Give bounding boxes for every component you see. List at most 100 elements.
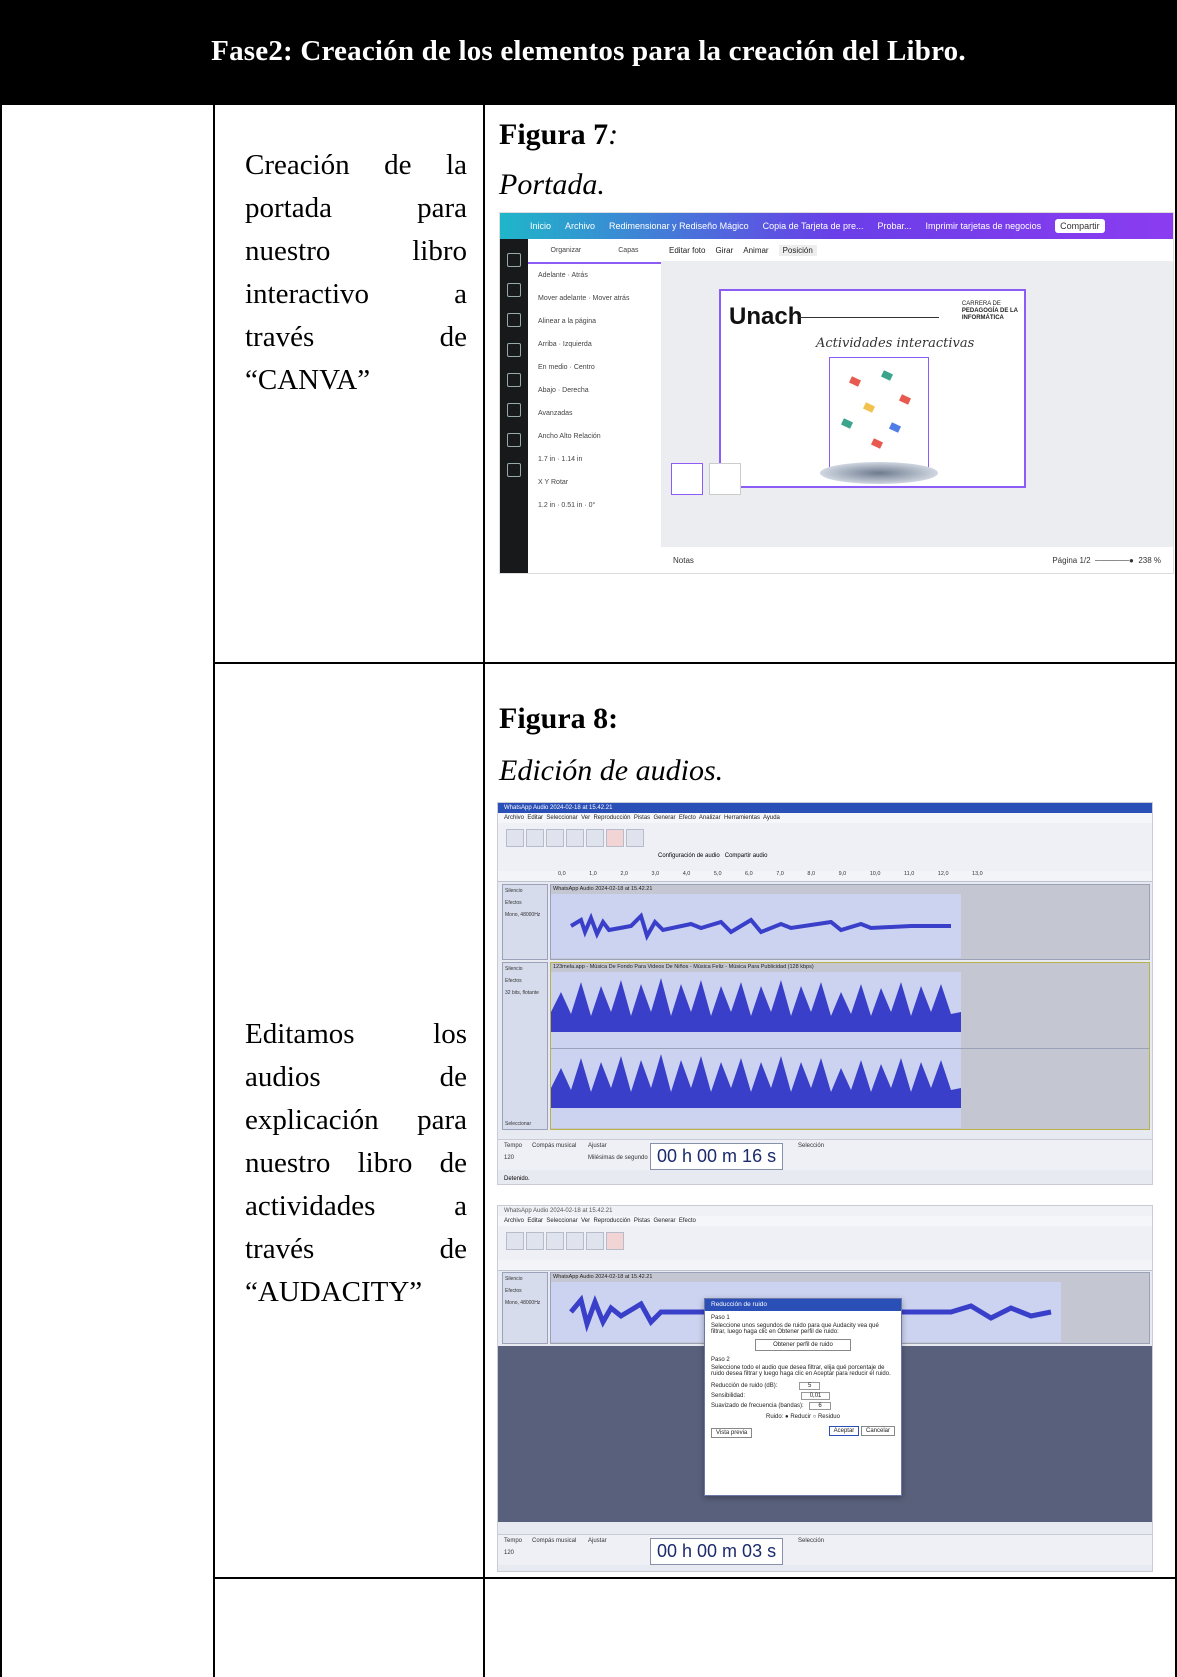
- row2-line: “AUDACITY”: [245, 1276, 423, 1308]
- book-shape: [880, 370, 894, 381]
- record-icon: [606, 1232, 624, 1250]
- panel-label: Adelante: [538, 272, 566, 279]
- residue-radio[interactable]: Residuo: [818, 1414, 840, 1420]
- cover-illustration: [820, 357, 938, 484]
- sidebar-icon: [507, 313, 521, 327]
- param-value[interactable]: 0,01: [800, 1392, 831, 1400]
- ctl-label: Efectos: [505, 900, 522, 906]
- config-label: Compartir audio: [724, 853, 768, 859]
- panel-label: Derecha: [562, 387, 589, 394]
- preview-button[interactable]: Vista previa: [711, 1428, 753, 1438]
- selection-label: Selección: [798, 1538, 825, 1544]
- tab-organizar: Organizar: [550, 247, 582, 254]
- panel-label: Avanzadas: [538, 410, 573, 417]
- row1-line: través de: [245, 321, 467, 353]
- canva-stage: Editar foto Girar Animar Posición Unach …: [661, 239, 1173, 573]
- panel-label: Atrás: [571, 272, 588, 279]
- noise-label: Ruido:: [766, 1414, 784, 1420]
- waveform-track2: [551, 978, 961, 1108]
- snap-label: Ajustar: [588, 1143, 607, 1149]
- noise-mode-row: Ruido: ● Reducir ○ Residuo: [766, 1414, 840, 1420]
- param-value[interactable]: 5: [799, 1382, 821, 1390]
- panel-label: Mover atrás: [592, 295, 630, 302]
- cancel-button[interactable]: Cancelar: [860, 1426, 895, 1436]
- row1-line: “CANVA”: [245, 364, 371, 396]
- panel-tabs: Organizar Capas: [528, 239, 661, 264]
- panel-row: Mover adelante · Mover atrás: [538, 295, 630, 302]
- canva-top-bar: Inicio Archivo Redimensionar y Rediseño …: [500, 213, 1173, 239]
- page-label: Página 1/2: [1052, 555, 1091, 565]
- row1-line: nuestro libro: [245, 235, 467, 267]
- step1-label: Paso 1: [711, 1315, 730, 1321]
- skip-start-icon: [566, 1232, 584, 1250]
- menu-item: Reproducción: [593, 1218, 631, 1224]
- ctl-label: Mono, 48000Hz: [505, 1300, 541, 1306]
- row1-description: Creación de la portada para nuestro libr…: [245, 144, 467, 402]
- dialog-body: Paso 1 Seleccione unos segundos de ruido…: [705, 1311, 901, 1442]
- carrera-line: CARRERA DE: [961, 301, 1001, 307]
- aud1-track1-wave: WhatsApp Audio 2024-02-18 at 15.42.21: [550, 884, 1150, 960]
- sidebar-icon: [507, 283, 521, 297]
- dialog-buttons: Vista previa Aceptar Cancelar: [711, 1426, 895, 1438]
- document-page: Fase2: Creación de los elementos para la…: [0, 0, 1177, 1677]
- time-display: 00 h 00 m 16 s: [650, 1143, 784, 1170]
- book-shape: [870, 438, 884, 449]
- aud1-menubar: Archivo Editar Seleccionar Ver Reproducc…: [498, 813, 1152, 823]
- skip-end-icon: [586, 1232, 604, 1250]
- track-label: WhatsApp Audio 2024-02-18 at 15.42.21: [553, 886, 653, 892]
- ctl-label: Seleccionar: [505, 1121, 532, 1127]
- row1-line: Creación de la: [245, 149, 467, 181]
- panel-label: En medio: [538, 364, 568, 371]
- aud1-status: Detenido.: [504, 1176, 530, 1182]
- panel-row: Adelante · Atrás: [538, 272, 588, 279]
- menu-item: Ver: [581, 1218, 591, 1224]
- menu-item: Ayuda: [762, 815, 780, 821]
- ctl-label: Silencio: [505, 1276, 523, 1282]
- track-label: WhatsApp Audio 2024-02-18 at 15.42.21: [553, 1274, 653, 1280]
- ctl-label: 32 bits, flotante: [505, 990, 539, 996]
- play-icon: [526, 829, 544, 847]
- panel-label: Y: [544, 479, 550, 486]
- robot-hand: [820, 462, 938, 484]
- tempo-value: 120: [504, 1550, 515, 1556]
- param-value[interactable]: 6: [809, 1402, 831, 1410]
- figure-7-number-text: Figura 7: [499, 118, 609, 151]
- audacity-screenshot-1: WhatsApp Audio 2024-02-18 at 15.42.21 Ar…: [497, 802, 1153, 1185]
- aud2-selection-bar: Tempo 120 Compás musical Ajustar 00 h 00…: [498, 1534, 1152, 1565]
- menu-item: Archivo: [504, 1218, 525, 1224]
- accept-button[interactable]: Aceptar: [828, 1426, 860, 1436]
- step2-label: Paso 2: [711, 1357, 730, 1363]
- reduce-radio[interactable]: Reducir: [790, 1414, 811, 1420]
- figure-7-caption: Portada.: [499, 168, 605, 201]
- param-row: Suavizado de frecuencia (bandas): 6: [711, 1402, 895, 1410]
- pause-icon: [506, 829, 524, 847]
- sidebar-icon: [507, 403, 521, 417]
- row2-line: actividades a: [245, 1190, 467, 1222]
- row2-line: Editamos los: [245, 1018, 467, 1050]
- row1-line: portada para: [245, 192, 467, 224]
- row2-line: audios de: [245, 1061, 467, 1093]
- section-title: Fase2: Creación de los elementos para la…: [211, 35, 966, 67]
- menu-item: Seleccionar: [546, 1218, 578, 1224]
- page-indicator: Página 1/2 ──────● 238 %: [1052, 555, 1161, 565]
- panel-value: 1.2 in: [538, 502, 556, 509]
- panel-label: Arriba: [538, 341, 557, 348]
- toolbar-item: Editar foto: [669, 245, 706, 255]
- ctl-label: Efectos: [505, 978, 522, 984]
- row2-description: Editamos los audios de explicación para …: [245, 1013, 467, 1314]
- panel-row: Alinear a la página: [528, 310, 661, 333]
- row1-line: interactivo a: [245, 278, 467, 310]
- tab-capas: Capas: [618, 247, 639, 254]
- book-shape: [840, 418, 854, 429]
- panel-value: 0.51 in: [561, 502, 583, 509]
- figure-8-number: Figura 8:: [499, 702, 619, 735]
- cover-title: Actividades interactivas: [816, 336, 975, 351]
- panel-value: 1.14 in: [561, 456, 583, 463]
- timeline-ticks: 0,0 1,0 2,0 3,0 4,0 5,0 6,0 7,0 8,0 9,0 …: [558, 871, 983, 877]
- get-profile-button[interactable]: Obtener perfil de ruido: [755, 1339, 851, 1351]
- aud1-track1-controls: Silencio Efectos Mono, 48000Hz: [502, 884, 548, 960]
- snap-unit: Milésimas de segundo: [588, 1155, 648, 1161]
- menu-item: Efecto: [678, 815, 696, 821]
- tempo-label: Tempo: [504, 1143, 523, 1149]
- panel-label: Abajo: [538, 387, 556, 394]
